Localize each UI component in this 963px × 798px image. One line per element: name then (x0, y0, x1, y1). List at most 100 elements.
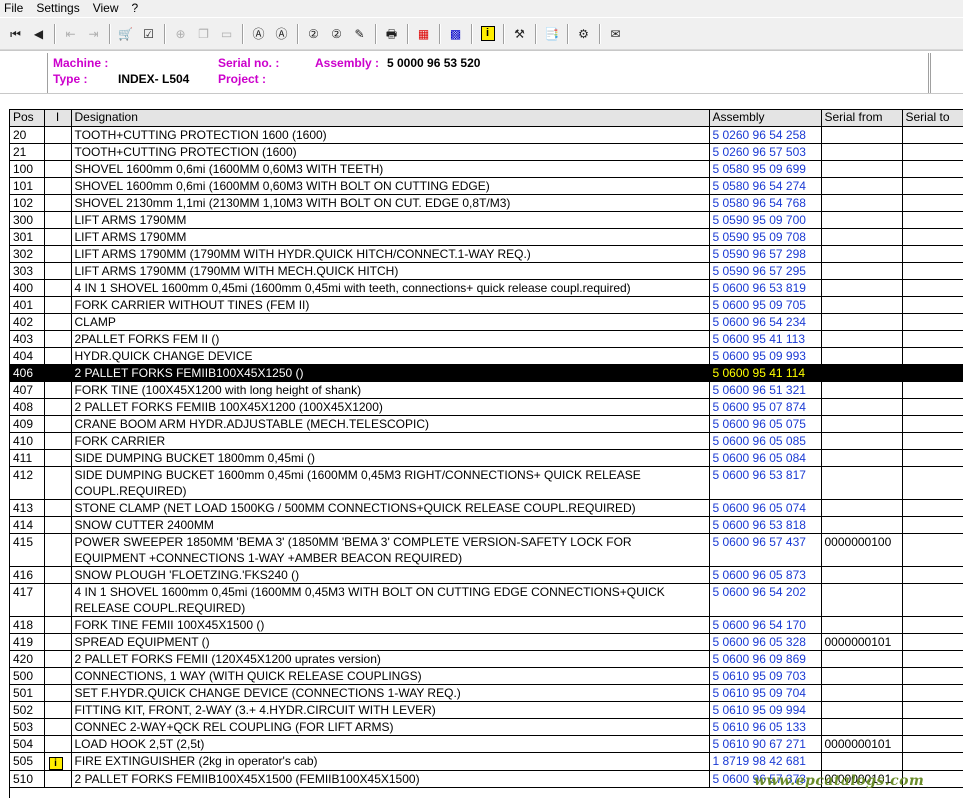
table-row[interactable]: 505 i FIRE EXTINGUISHER (2kg in operator's… (10, 752, 963, 771)
page-icon[interactable]: ▭ (215, 23, 238, 45)
table-row[interactable]: 414 SNOW CUTTER 2400MM 5 0600 96 53 818 (10, 516, 963, 534)
menu-settings[interactable]: Settings (31, 0, 87, 17)
copy-icon[interactable]: ❐ (192, 23, 215, 45)
cell-assembly[interactable]: 5 0600 96 09 869 (709, 650, 822, 668)
cell-assembly[interactable]: 5 0600 96 54 170 (709, 616, 822, 634)
table-row[interactable]: 410 FORK CARRIER 5 0600 96 05 085 (10, 432, 963, 450)
menu-help[interactable]: ? (127, 0, 147, 17)
back-doc-icon[interactable]: ⇤ (59, 23, 82, 45)
table-row[interactable]: 300 LIFT ARMS 1790MM 5 0590 95 09 700 (10, 211, 963, 229)
menu-file[interactable]: File (0, 0, 31, 17)
search-a-next-icon[interactable]: Ⓐ (270, 23, 293, 45)
menu-view[interactable]: View (88, 0, 127, 17)
cell-assembly[interactable]: 5 0580 95 09 699 (709, 160, 822, 178)
table-row[interactable]: 100 SHOVEL 1600mm 0,6mi (1600MM 0,60M3 WI… (10, 160, 963, 178)
print-icon[interactable]: 🖶 (380, 23, 403, 45)
column-header-info[interactable]: I (44, 110, 72, 127)
mail-icon[interactable]: ✉ (604, 23, 627, 45)
table-row[interactable]: 412 SIDE DUMPING BUCKET 1600mm 0,45mi (16… (10, 466, 963, 500)
cell-assembly[interactable]: 5 0610 90 67 271 (709, 735, 822, 753)
table-row[interactable]: 419 SPREAD EQUIPMENT () 5 0600 96 05 328 00… (10, 633, 963, 651)
table-row[interactable]: 407 FORK TINE (100X45X1200 with long heig… (10, 381, 963, 399)
cell-assembly[interactable]: 5 0600 96 51 321 (709, 381, 822, 399)
column-header-serial-to[interactable]: Serial to (902, 110, 963, 127)
table-row[interactable]: 411 SIDE DUMPING BUCKET 1800mm 0,45mi () 5… (10, 449, 963, 467)
table-row[interactable]: 302 LIFT ARMS 1790MM (1790MM WITH HYDR.QU… (10, 245, 963, 263)
table-row[interactable]: 102 SHOVEL 2130mm 1,1mi (2130MM 1,10M3 WI… (10, 194, 963, 212)
table-row[interactable]: 403 2PALLET FORKS FEM II () 5 0600 95 41 1… (10, 330, 963, 348)
table-row[interactable]: 416 SNOW PLOUGH 'FLOETZING.'FKS240 () 5 06… (10, 566, 963, 584)
table-row[interactable]: 503 CONNEC 2-WAY+QCK REL COUPLING (FOR LI… (10, 718, 963, 736)
cell-assembly[interactable]: 5 0600 96 05 084 (709, 449, 822, 467)
grid-blue-icon[interactable]: ▩ (444, 23, 467, 45)
cell-assembly[interactable]: 5 0260 96 57 503 (709, 143, 822, 161)
search-a-icon[interactable]: Ⓐ (247, 23, 270, 45)
cell-assembly[interactable]: 5 0600 96 05 075 (709, 415, 822, 433)
column-header-assembly[interactable]: Assembly (709, 110, 822, 127)
table-row[interactable]: 400 4 IN 1 SHOVEL 1600mm 0,45mi (1600mm 0… (10, 279, 963, 297)
table-row[interactable]: 417 4 IN 1 SHOVEL 1600mm 0,45mi (1600MM 0… (10, 583, 963, 617)
cell-assembly[interactable]: 5 0600 96 54 234 (709, 313, 822, 331)
cell-assembly[interactable]: 5 0600 96 53 817 (709, 466, 822, 500)
cell-assembly[interactable]: 5 0580 96 54 768 (709, 194, 822, 212)
table-row[interactable]: 402 CLAMP 5 0600 96 54 234 (10, 313, 963, 331)
cell-assembly[interactable]: 5 0590 95 09 700 (709, 211, 822, 229)
cell-assembly[interactable]: 5 0600 95 41 114 (709, 364, 822, 382)
search-2-next-icon[interactable]: ② (325, 23, 348, 45)
table-row[interactable]: 409 CRANE BOOM ARM HYDR.ADJUSTABLE (MECH.… (10, 415, 963, 433)
tools-icon[interactable]: ⚒ (508, 23, 531, 45)
cell-assembly[interactable]: 5 0590 96 57 298 (709, 245, 822, 263)
search-2-icon[interactable]: ② (302, 23, 325, 45)
cell-assembly[interactable]: 5 0610 95 09 994 (709, 701, 822, 719)
cell-assembly[interactable]: 5 0600 96 05 074 (709, 499, 822, 517)
cell-assembly[interactable]: 5 0600 96 57 437 (709, 533, 822, 567)
cell-assembly[interactable]: 5 0590 95 09 708 (709, 228, 822, 246)
cell-assembly[interactable]: 5 0600 96 05 328 (709, 633, 822, 651)
column-header-serial-from[interactable]: Serial from (821, 110, 903, 127)
table-row[interactable]: 413 STONE CLAMP (NET LOAD 1500KG / 500MM … (10, 499, 963, 517)
parts-table-container[interactable]: Pos I Designation Assembly Serial from S… (9, 109, 963, 798)
table-row[interactable]: 502 FITTING KIT, FRONT, 2-WAY (3.+ 4.HYDR… (10, 701, 963, 719)
table-row[interactable]: 500 CONNECTIONS, 1 WAY (WITH QUICK RELEAS… (10, 667, 963, 685)
cell-assembly[interactable]: 5 0600 96 05 085 (709, 432, 822, 450)
cell-assembly[interactable]: 5 0600 96 05 873 (709, 566, 822, 584)
table-row[interactable]: 404 HYDR.QUICK CHANGE DEVICE 5 0600 95 09 … (10, 347, 963, 365)
table-row[interactable]: 415 POWER SWEEPER 1850MM 'BEMA 3' (1850MM… (10, 533, 963, 567)
column-header-pos[interactable]: Pos (10, 110, 45, 127)
cell-assembly[interactable]: 5 0600 95 09 705 (709, 296, 822, 314)
first-record-icon[interactable]: ⏮ (4, 23, 27, 45)
table-row[interactable]: 418 FORK TINE FEMII 100X45X1500 () 5 0600 … (10, 616, 963, 634)
cell-assembly[interactable]: 5 0600 96 53 819 (709, 279, 822, 297)
table-row[interactable]: 501 SET F.HYDR.QUICK CHANGE DEVICE (CONNE… (10, 684, 963, 702)
table-row[interactable]: 406 2 PALLET FORKS FEMIIB100X45X1250 () 5 … (10, 364, 963, 382)
cell-assembly[interactable]: 5 0600 95 41 113 (709, 330, 822, 348)
table-row[interactable]: 420 2 PALLET FORKS FEMII (120X45X1200 upr… (10, 650, 963, 668)
table-row[interactable]: 303 LIFT ARMS 1790MM (1790MM WITH MECH.QU… (10, 262, 963, 280)
cell-assembly[interactable]: 5 0600 95 07 874 (709, 398, 822, 416)
udds-icon[interactable]: ⚙ (572, 23, 595, 45)
table-row[interactable]: 408 2 PALLET FORKS FEMIIB 100X45X1200 (10… (10, 398, 963, 416)
info-icon[interactable]: i (476, 23, 499, 45)
grid-red-icon[interactable]: ▦ (412, 23, 435, 45)
catalog-icon[interactable]: 📑 (540, 23, 563, 45)
forward-doc-icon[interactable]: ⇥ (82, 23, 105, 45)
cell-assembly[interactable]: 5 0600 96 53 818 (709, 516, 822, 534)
cell-assembly[interactable]: 5 0260 96 54 258 (709, 126, 822, 144)
note-icon[interactable]: ✎ (348, 23, 371, 45)
cell-assembly[interactable]: 5 0590 96 57 295 (709, 262, 822, 280)
table-row[interactable]: 20 TOOTH+CUTTING PROTECTION 1600 (1600) 5 … (10, 126, 963, 144)
cell-assembly[interactable]: 5 0610 95 09 704 (709, 684, 822, 702)
table-row[interactable]: 401 FORK CARRIER WITHOUT TINES (FEM II) 5 … (10, 296, 963, 314)
edit-list-icon[interactable]: ☑ (137, 23, 160, 45)
table-row[interactable]: 21 TOOTH+CUTTING PROTECTION (1600) 5 0260 … (10, 143, 963, 161)
cell-assembly[interactable]: 1 8719 98 42 681 (709, 752, 822, 771)
table-row[interactable]: 101 SHOVEL 1600mm 0,6mi (1600MM 0,60M3 WI… (10, 177, 963, 195)
cell-assembly[interactable]: 5 0580 96 54 274 (709, 177, 822, 195)
basket-icon[interactable]: 🛒 (114, 23, 137, 45)
cell-assembly[interactable]: 5 0600 96 54 202 (709, 583, 822, 617)
cell-assembly[interactable]: 5 0600 95 09 993 (709, 347, 822, 365)
info-icon[interactable]: i (48, 756, 63, 769)
prev-record-icon[interactable]: ◀ (27, 23, 50, 45)
cell-assembly[interactable]: 5 0610 96 05 133 (709, 718, 822, 736)
table-row[interactable]: 504 LOAD HOOK 2,5T (2,5t) 5 0610 90 67 271… (10, 735, 963, 753)
